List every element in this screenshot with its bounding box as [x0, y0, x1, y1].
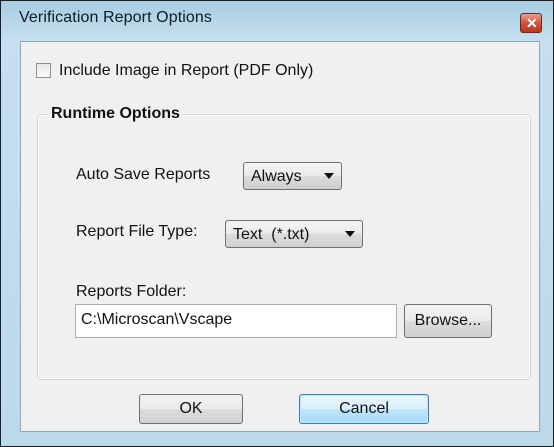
cancel-button[interactable]: Cancel [299, 394, 429, 424]
close-icon: ✕ [526, 15, 538, 31]
report-file-type-dropdown[interactable]: Text (*.txt) [225, 220, 363, 248]
dialog-window: Verification Report Options ✕ Include Im… [0, 0, 554, 447]
ok-button[interactable]: OK [139, 394, 243, 424]
chevron-down-icon [345, 231, 355, 237]
report-file-type-value: Text (*.txt) [233, 226, 310, 243]
auto-save-label: Auto Save Reports [76, 166, 211, 183]
include-image-label[interactable]: Include Image in Report (PDF Only) [59, 62, 313, 80]
include-image-checkbox[interactable] [36, 63, 51, 78]
runtime-options-title: Runtime Options [48, 105, 183, 123]
ok-button-label: OK [179, 400, 203, 417]
reports-folder-input[interactable] [76, 305, 381, 335]
auto-save-value: Always [251, 168, 302, 185]
cancel-button-label: Cancel [339, 400, 389, 417]
reports-folder-label: Reports Folder: [76, 283, 187, 300]
window-title: Verification Report Options [19, 9, 213, 26]
report-file-type-label: Report File Type: [76, 223, 198, 240]
close-button[interactable]: ✕ [520, 13, 542, 33]
reports-folder-field[interactable] [75, 304, 397, 338]
dialog-body: Include Image in Report (PDF Only) Runti… [20, 41, 540, 432]
runtime-options-group: Runtime Options Auto Save Reports Always… [37, 105, 531, 380]
browse-button-label: Browse... [414, 312, 482, 329]
browse-button[interactable]: Browse... [404, 304, 492, 338]
chevron-down-icon [324, 173, 334, 179]
auto-save-dropdown[interactable]: Always [243, 162, 342, 190]
title-bar[interactable]: Verification Report Options ✕ [1, 1, 553, 39]
